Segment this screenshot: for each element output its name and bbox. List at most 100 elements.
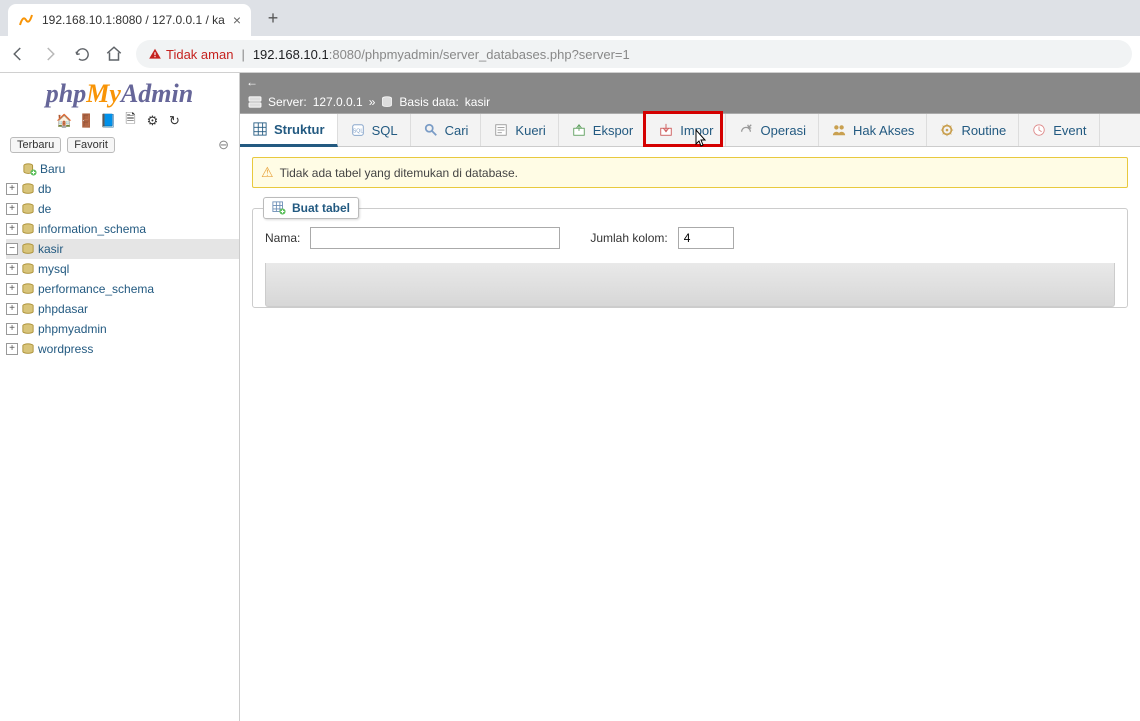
tab-label: Ekspor	[593, 123, 633, 138]
tab-struktur[interactable]: Struktur	[240, 114, 338, 147]
database-icon	[20, 222, 36, 236]
breadcrumb: Server: 127.0.0.1 » Basis data: kasir	[240, 91, 1140, 113]
sql-icon: SQL	[350, 122, 366, 138]
recent-tab[interactable]: Terbaru	[10, 137, 61, 153]
expand-icon[interactable]: +	[6, 263, 18, 275]
tree-new-label: Baru	[40, 162, 65, 176]
tab-routine[interactable]: Routine	[927, 114, 1019, 146]
impor-icon	[658, 122, 674, 138]
forward-button[interactable]	[40, 44, 60, 64]
tree-item-de[interactable]: + de	[6, 199, 239, 219]
tab-ekspor[interactable]: Ekspor	[559, 114, 646, 146]
expand-icon[interactable]: +	[6, 183, 18, 195]
tab-impor[interactable]: Impor	[646, 114, 726, 146]
link-icon[interactable]: ⊖	[218, 137, 229, 153]
tab-label: Event	[1053, 123, 1086, 138]
create-table-fieldset: Buat tabel Nama: Jumlah kolom:	[252, 208, 1128, 308]
tree-item-wordpress[interactable]: +wordpress	[6, 339, 239, 359]
browser-tab[interactable]: 192.168.10.1:8080 / 127.0.0.1 / ka ×	[8, 4, 251, 36]
expand-icon[interactable]: +	[6, 343, 18, 355]
logo[interactable]: phpMyAdmin	[0, 73, 239, 111]
tab-sql[interactable]: SQL SQL	[338, 114, 411, 146]
database-icon	[381, 96, 393, 108]
favorite-tab[interactable]: Favorit	[67, 137, 115, 153]
home-icon[interactable]: 🏠	[57, 113, 73, 129]
tree-item-label: kasir	[38, 242, 63, 256]
create-table-footer	[265, 263, 1115, 307]
tab-label: Struktur	[274, 122, 325, 137]
reload-button[interactable]	[72, 44, 92, 64]
logout-icon[interactable]: 🚪	[79, 113, 95, 129]
create-table-legend: Buat tabel	[263, 197, 359, 219]
name-label: Nama:	[265, 231, 300, 245]
browser-chrome: 192.168.10.1:8080 / 127.0.0.1 / ka × + T…	[0, 0, 1140, 73]
server-icon	[248, 96, 262, 108]
tree-item-phpdasar[interactable]: +phpdasar	[6, 299, 239, 319]
content: ← Server: 127.0.0.1 » Basis data: kasir …	[240, 73, 1140, 721]
tree-new[interactable]: Baru	[6, 159, 239, 179]
tab-event[interactable]: Event	[1019, 114, 1099, 146]
warning-icon: ⚠	[261, 164, 274, 181]
database-icon	[20, 262, 36, 276]
cari-icon	[423, 122, 439, 138]
sidebar-tabs: Terbaru Favorit ⊖	[0, 135, 239, 155]
new-tab-button[interactable]: +	[259, 4, 287, 32]
tab-label: Impor	[680, 123, 713, 138]
breadcrumb-db-link[interactable]: kasir	[465, 95, 490, 109]
expand-icon[interactable]: +	[6, 323, 18, 335]
not-secure-warning: Tidak aman	[148, 47, 233, 62]
tab-kueri[interactable]: Kueri	[481, 114, 558, 146]
tree-item-phpmyadmin[interactable]: + phpmyadmin	[6, 319, 239, 339]
table-add-icon	[272, 201, 286, 215]
warning-text: Tidak ada tabel yang ditemukan di databa…	[280, 166, 518, 180]
tab-hakakses[interactable]: Hak Akses	[819, 114, 927, 146]
database-icon	[20, 342, 36, 356]
url-text: 192.168.10.1:8080/phpmyadmin/server_data…	[253, 47, 630, 62]
operasi-icon	[738, 122, 754, 138]
tree-item-kasir[interactable]: − kasir	[6, 239, 239, 259]
event-icon	[1031, 122, 1047, 138]
database-icon	[20, 242, 36, 256]
struktur-icon	[252, 121, 268, 137]
close-icon[interactable]: ×	[233, 12, 241, 28]
home-button[interactable]	[104, 44, 124, 64]
tree-item-label: phpmyadmin	[38, 322, 107, 336]
table-name-input[interactable]	[310, 227, 560, 249]
pma-favicon	[18, 12, 34, 28]
expand-icon[interactable]: +	[6, 203, 18, 215]
database-icon	[20, 202, 36, 216]
tree-item-db[interactable]: + db	[6, 179, 239, 199]
tree-item-label: db	[38, 182, 51, 196]
breadcrumb-sep: »	[369, 95, 376, 109]
docs-icon[interactable]: 📘	[101, 113, 117, 129]
sidebar: phpMyAdmin 🏠 🚪 📘 🗎 ⚙ ↻ Terbaru Favorit ⊖…	[0, 73, 240, 721]
database-icon	[20, 182, 36, 196]
breadcrumb-server-link[interactable]: 127.0.0.1	[313, 95, 363, 109]
breadcrumb-server-label: Server:	[268, 95, 307, 109]
tab-operasi[interactable]: Operasi	[726, 114, 819, 146]
tree-item-information_schema[interactable]: + information_schema	[6, 219, 239, 239]
tree-item-label: performance_schema	[38, 282, 154, 296]
tree-item-mysql[interactable]: +mysql	[6, 259, 239, 279]
reload-icon[interactable]: ↻	[167, 113, 183, 129]
sql-icon[interactable]: 🗎	[123, 113, 139, 129]
warning-box: ⚠ Tidak ada tabel yang ditemukan di data…	[252, 157, 1128, 188]
expand-icon[interactable]: +	[6, 283, 18, 295]
tab-label: SQL	[372, 123, 398, 138]
table-cols-input[interactable]	[678, 227, 734, 249]
create-table-legend-label: Buat tabel	[292, 201, 350, 215]
db-tree: Baru + db + de + information_schema − kasir +mys…	[0, 155, 239, 359]
tab-label: Cari	[445, 123, 469, 138]
expand-icon[interactable]: −	[6, 243, 18, 255]
back-button[interactable]	[8, 44, 28, 64]
gear-icon[interactable]: ⚙	[145, 113, 161, 129]
url-bar[interactable]: Tidak aman | 192.168.10.1:8080/phpmyadmi…	[136, 40, 1132, 68]
tree-item-label: information_schema	[38, 222, 146, 236]
tree-item-performance_schema[interactable]: + performance_schema	[6, 279, 239, 299]
collapse-bar[interactable]: ←	[240, 73, 1140, 91]
breadcrumb-db-label: Basis data:	[399, 95, 458, 109]
expand-icon[interactable]: +	[6, 303, 18, 315]
expand-icon[interactable]: +	[6, 223, 18, 235]
tree-item-label: de	[38, 202, 51, 216]
tab-cari[interactable]: Cari	[411, 114, 482, 146]
